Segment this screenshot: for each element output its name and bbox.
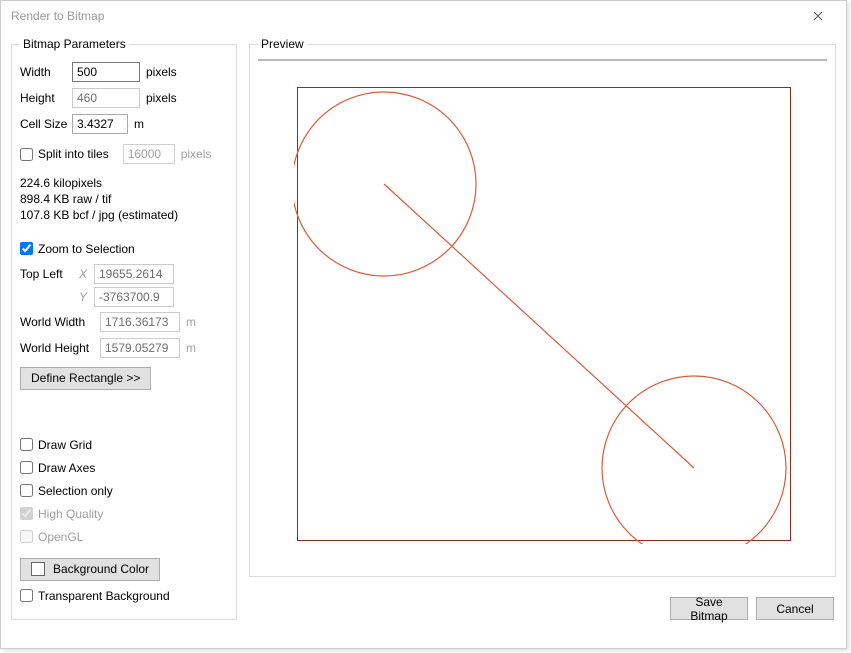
color-swatch-icon bbox=[31, 562, 45, 576]
save-bitmap-button[interactable]: Save Bitmap bbox=[670, 597, 748, 620]
opengl-checkbox bbox=[20, 530, 33, 543]
topleft-y-input bbox=[94, 287, 174, 307]
cellsize-label: Cell Size bbox=[20, 117, 72, 131]
titlebar: Render to Bitmap bbox=[1, 1, 846, 31]
worldheight-unit: m bbox=[186, 341, 196, 355]
info-kilopixels: 224.6 kilopixels bbox=[20, 175, 228, 191]
bitmap-parameters-group: Bitmap Parameters Width pixels Height pi… bbox=[11, 37, 237, 620]
split-tiles-unit: pixels bbox=[181, 147, 212, 161]
preview-drawing bbox=[294, 84, 794, 544]
high-quality-checkbox-label: High Quality bbox=[20, 507, 103, 521]
zoom-selection-checkbox[interactable] bbox=[20, 242, 33, 255]
window-title: Render to Bitmap bbox=[11, 9, 104, 23]
worldwidth-label: World Width bbox=[20, 315, 100, 329]
split-tiles-checkbox-label[interactable]: Split into tiles bbox=[20, 147, 109, 161]
draw-grid-checkbox[interactable] bbox=[20, 438, 33, 451]
selection-only-checkbox-label[interactable]: Selection only bbox=[20, 484, 113, 498]
preview-canvas bbox=[258, 59, 827, 61]
height-input[interactable] bbox=[72, 88, 140, 108]
opengl-checkbox-label: OpenGL bbox=[20, 530, 83, 544]
info-jpg: 107.8 KB bcf / jpg (estimated) bbox=[20, 207, 228, 223]
transparent-bg-checkbox[interactable] bbox=[20, 589, 33, 602]
worldheight-input bbox=[100, 338, 180, 358]
zoom-selection-checkbox-label[interactable]: Zoom to Selection bbox=[20, 242, 135, 256]
info-raw: 898.4 KB raw / tif bbox=[20, 191, 228, 207]
height-label: Height bbox=[20, 91, 72, 105]
cellsize-unit: m bbox=[134, 117, 144, 131]
preview-legend: Preview bbox=[258, 37, 307, 51]
draw-axes-checkbox-label[interactable]: Draw Axes bbox=[20, 461, 95, 475]
cancel-button[interactable]: Cancel bbox=[756, 597, 834, 620]
worldheight-label: World Height bbox=[20, 341, 100, 355]
draw-axes-checkbox[interactable] bbox=[20, 461, 33, 474]
size-info: 224.6 kilopixels 898.4 KB raw / tif 107.… bbox=[20, 175, 228, 224]
bitmap-parameters-legend: Bitmap Parameters bbox=[20, 37, 129, 51]
render-to-bitmap-dialog: Render to Bitmap Bitmap Parameters Width… bbox=[0, 0, 847, 649]
width-unit: pixels bbox=[146, 65, 177, 79]
background-color-button[interactable]: Background Color bbox=[20, 558, 160, 581]
close-icon[interactable] bbox=[798, 2, 838, 30]
transparent-bg-checkbox-label[interactable]: Transparent Background bbox=[20, 589, 170, 603]
cellsize-input[interactable] bbox=[72, 114, 128, 134]
split-tiles-checkbox[interactable] bbox=[20, 148, 33, 161]
high-quality-checkbox bbox=[20, 507, 33, 520]
topleft-x-input bbox=[94, 264, 174, 284]
preview-group: Preview bbox=[249, 37, 836, 577]
draw-grid-checkbox-label[interactable]: Draw Grid bbox=[20, 438, 92, 452]
define-rectangle-button[interactable]: Define Rectangle >> bbox=[20, 367, 151, 390]
worldwidth-unit: m bbox=[186, 315, 196, 329]
worldwidth-input bbox=[100, 312, 180, 332]
split-tiles-input bbox=[123, 144, 175, 164]
width-label: Width bbox=[20, 65, 72, 79]
x-axis-label: X bbox=[72, 267, 94, 281]
height-unit: pixels bbox=[146, 91, 177, 105]
width-input[interactable] bbox=[72, 62, 140, 82]
topleft-label: Top Left bbox=[20, 267, 72, 281]
y-axis-label: Y bbox=[72, 290, 94, 304]
selection-only-checkbox[interactable] bbox=[20, 484, 33, 497]
